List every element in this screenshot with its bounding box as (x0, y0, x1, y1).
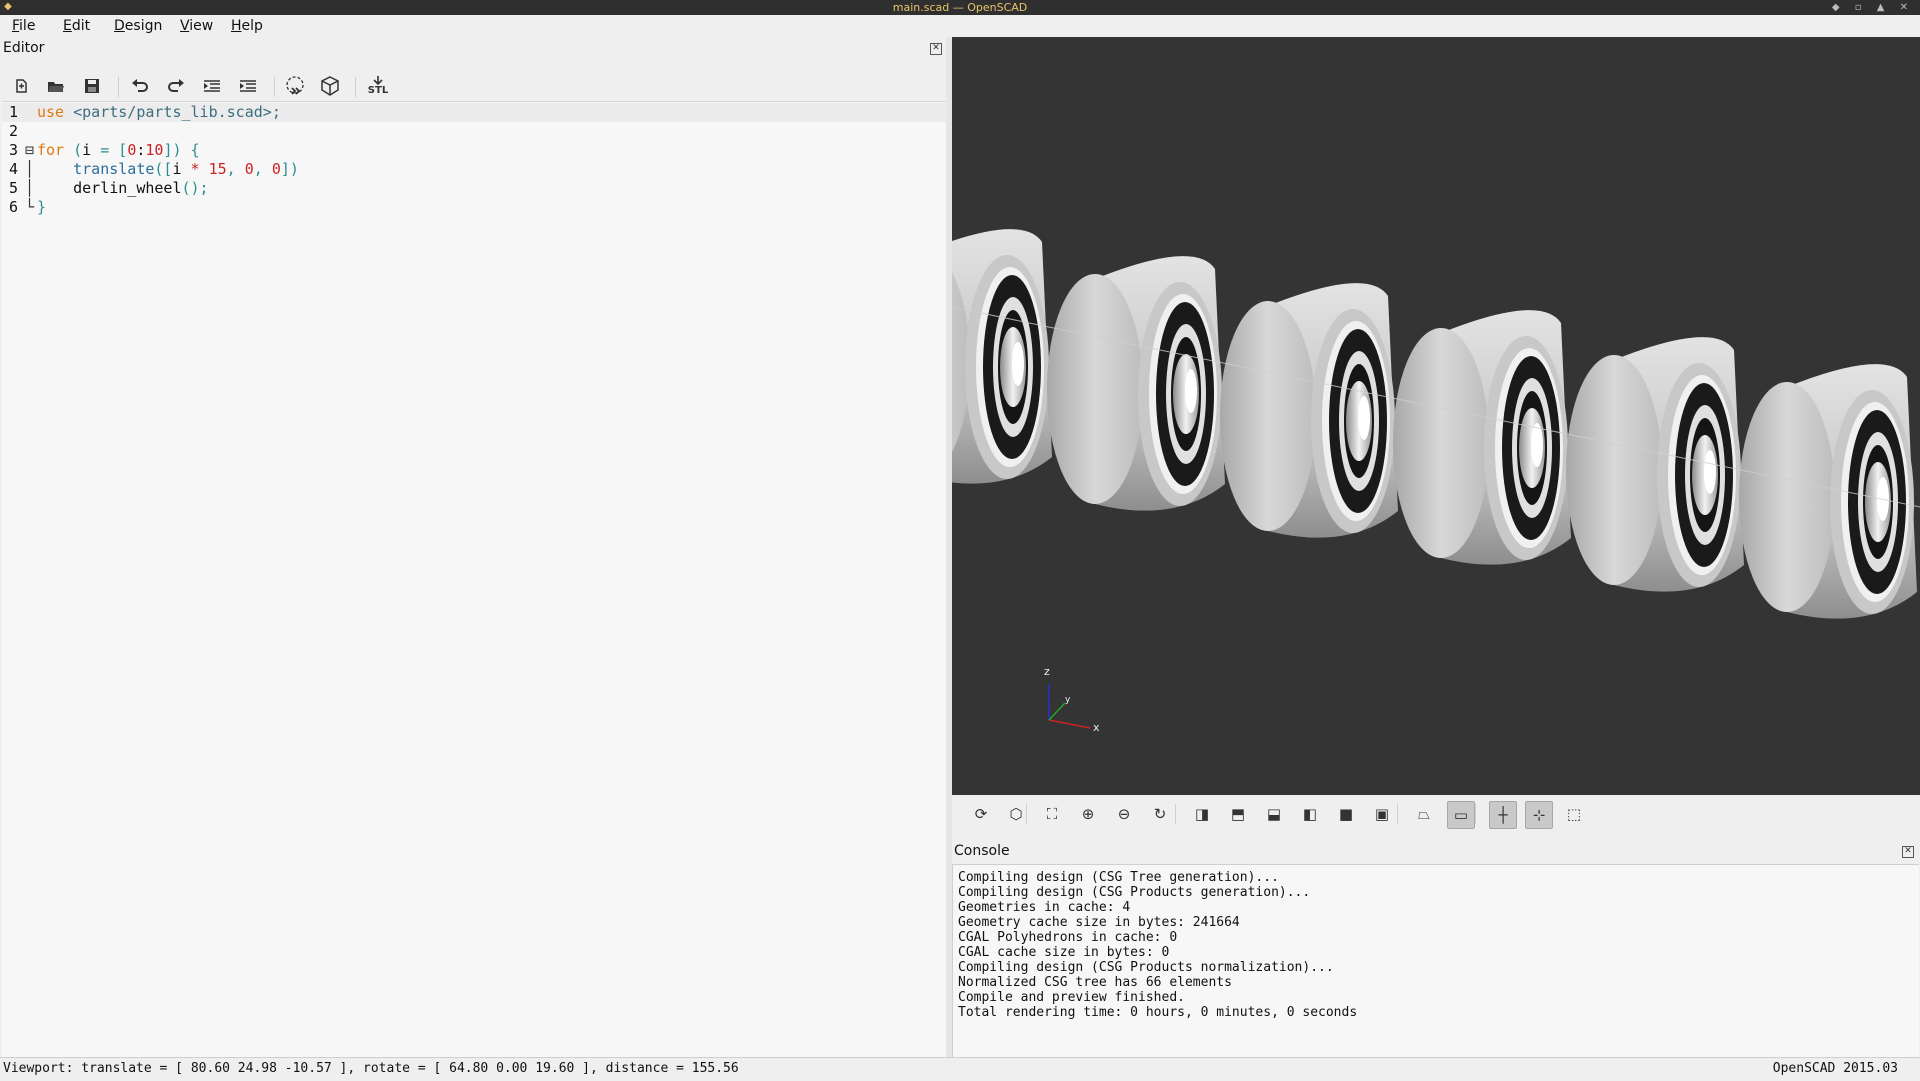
wheel-model (1047, 256, 1225, 511)
wheel-model (1566, 337, 1744, 592)
console-line: Compiling design (CSG Products normaliza… (958, 960, 1334, 975)
code-text: derlin_wheel(); (37, 179, 209, 197)
show-edges-icon[interactable]: ⬚ (1561, 801, 1587, 827)
view-left-icon[interactable]: ◧ (1297, 801, 1323, 827)
wheel-model (952, 229, 1052, 484)
fold-marker[interactable]: ⊟ (25, 141, 37, 160)
toolbar-separator (1026, 804, 1027, 824)
editor-pane: Editor ✕ STL 1 use <parts/parts_lib.scad… (0, 37, 947, 1057)
redo-icon[interactable] (163, 73, 189, 99)
toolbar-separator (118, 77, 119, 97)
toolbar-separator (355, 77, 356, 97)
console-line: Total rendering time: 0 hours, 0 minutes… (958, 1005, 1358, 1020)
zoom-in-icon[interactable]: ⊕ (1075, 801, 1101, 827)
new-file-icon[interactable] (8, 73, 34, 99)
axis-label-x: x (1093, 721, 1100, 734)
code-line[interactable]: 2 (2, 122, 946, 141)
toolbar-separator (1175, 804, 1176, 824)
line-number: 6 (9, 198, 19, 216)
toolbar-separator (274, 77, 275, 97)
viewer-toolbar: ⟳ ⬡ ⛶ ⊕ ⊖ ↻ ◨ ⬒ ⬓ ◧ ■ ▣ ⏢ ▭ ┼ ⊹ ⬚ (952, 795, 1920, 833)
fold-marker: │ (25, 160, 35, 178)
console-line: CGAL cache size in bytes: 0 (958, 945, 1170, 960)
view-bottom-icon[interactable]: ⬓ (1261, 801, 1287, 827)
code-line[interactable]: 3 ⊟ for (i = [0:10]) { (2, 141, 946, 160)
view-right-icon[interactable]: ◨ (1189, 801, 1215, 827)
wheel-model (1393, 310, 1571, 565)
menu-edit[interactable]: Edit (63, 18, 90, 34)
code-text: for (i = [0:10]) { (37, 141, 200, 159)
fold-marker: │ (25, 179, 35, 197)
3d-viewport[interactable]: z y x (952, 37, 1920, 795)
menu-file[interactable]: File (12, 18, 35, 34)
preview-icon[interactable] (282, 73, 308, 99)
window-title: main.scad — OpenSCAD (892, 1, 1028, 14)
console-line: Geometries in cache: 4 (958, 900, 1131, 915)
line-number: 1 (9, 103, 19, 121)
indent-icon[interactable] (235, 73, 261, 99)
preview-icon[interactable]: ⟳ (968, 801, 994, 827)
show-axes-icon[interactable]: ┼ (1489, 801, 1517, 829)
viewport-status: Viewport: translate = [ 80.60 24.98 -10.… (3, 1061, 739, 1076)
fold-marker: └ (25, 198, 35, 216)
window-controls[interactable]: ◆ ▫ ▲ ✕ (1832, 0, 1914, 15)
axes-indicator: z y x (1044, 665, 1100, 734)
title-bar: ◆ main.scad — OpenSCAD ◆ ▫ ▲ ✕ (0, 0, 1920, 15)
console-line: Compiling design (CSG Products generatio… (958, 885, 1311, 900)
code-text: use <parts/parts_lib.scad>; (37, 103, 281, 121)
code-editor[interactable]: 1 use <parts/parts_lib.scad>; 2 3 ⊟ for (i = … (2, 101, 947, 1057)
zoom-out-icon[interactable]: ⊖ (1111, 801, 1137, 827)
code-line[interactable]: 1 use <parts/parts_lib.scad>; (2, 103, 946, 122)
console-line: Compile and preview finished. (958, 990, 1185, 1005)
wheel-model (1220, 283, 1398, 538)
version-label: OpenSCAD 2015.03 (1772, 1061, 1898, 1076)
view-back-icon[interactable]: ▣ (1369, 801, 1395, 827)
save-icon[interactable] (79, 73, 105, 99)
orthogonal-icon[interactable]: ▭ (1447, 801, 1475, 829)
wheel-model (1739, 364, 1917, 619)
stl-label: STL (367, 85, 389, 96)
line-number: 4 (9, 160, 19, 178)
console-line: CGAL Polyhedrons in cache: 0 (958, 930, 1178, 945)
code-line[interactable]: 5 │ derlin_wheel(); (2, 179, 946, 198)
editor-toolbar: STL (0, 65, 946, 105)
line-number: 2 (9, 122, 19, 140)
editor-close-icon[interactable]: ✕ (930, 43, 942, 55)
undo-icon[interactable] (127, 73, 153, 99)
menu-design[interactable]: Design (114, 18, 162, 34)
view-top-icon[interactable]: ⬒ (1225, 801, 1251, 827)
menu-bar: File Edit Design View Help (0, 15, 1920, 38)
console-line: Geometry cache size in bytes: 241664 (958, 915, 1240, 930)
render-icon[interactable] (317, 73, 343, 99)
code-line[interactable]: 4 │ translate([i * 15, 0, 0]) (2, 160, 946, 179)
reset-view-icon[interactable]: ↻ (1147, 801, 1173, 827)
unindent-icon[interactable] (199, 73, 225, 99)
show-scale-icon[interactable]: ⊹ (1525, 801, 1553, 829)
line-number: 5 (9, 179, 19, 197)
status-bar: Viewport: translate = [ 80.60 24.98 -10.… (0, 1057, 1920, 1081)
export-stl-icon[interactable]: STL (365, 73, 391, 99)
toolbar-separator (1397, 804, 1398, 824)
rendered-wheels: z y x (952, 229, 1920, 734)
console-output[interactable]: Compiling design (CSG Tree generation)..… (952, 864, 1919, 1057)
console-close-icon[interactable]: ✕ (1902, 846, 1914, 858)
view-front-icon[interactable]: ■ (1333, 801, 1359, 827)
console-line: Normalized CSG tree has 66 elements (958, 975, 1232, 990)
code-text: translate([i * 15, 0, 0]) (73, 160, 299, 178)
axis-label-y: y (1065, 695, 1071, 705)
console-line: Compiling design (CSG Tree generation)..… (958, 870, 1279, 885)
line-number: 3 (9, 141, 19, 159)
toolbar-separator (1475, 804, 1476, 824)
code-text: } (37, 198, 47, 216)
editor-title: Editor (3, 40, 45, 56)
perspective-icon[interactable]: ⏢ (1411, 801, 1437, 827)
menu-view[interactable]: View (180, 18, 213, 34)
openscad-app-icon: ◆ (4, 1, 12, 12)
console-title: Console (954, 843, 1010, 859)
view-all-icon[interactable]: ⛶ (1039, 801, 1065, 827)
code-line[interactable]: 6 └} (2, 198, 946, 217)
open-file-icon[interactable] (43, 73, 69, 99)
menu-help[interactable]: Help (231, 18, 263, 34)
axis-label-z: z (1044, 665, 1050, 678)
